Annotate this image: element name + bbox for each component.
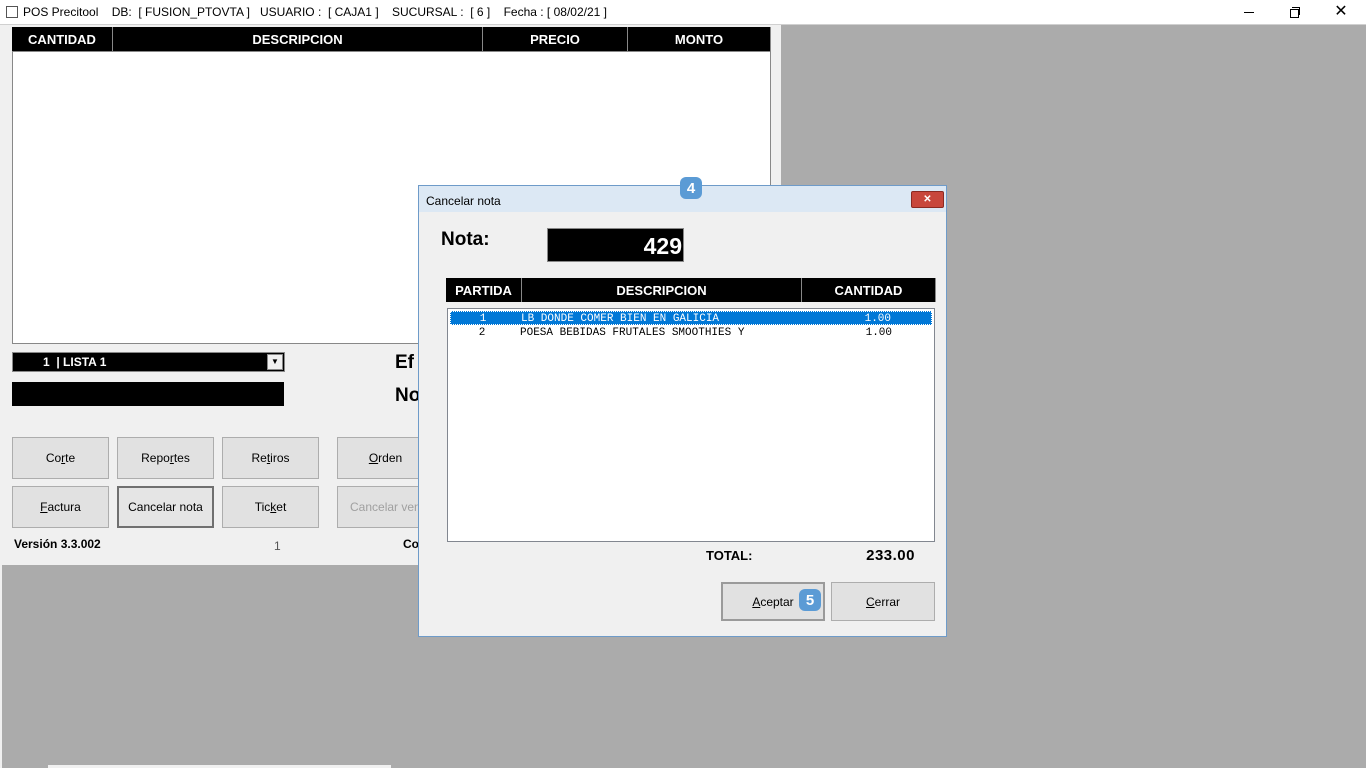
row-cantidad: 1.00 (864, 313, 891, 325)
efectivo-label: Ef (395, 352, 414, 373)
version-label: Versión 3.3.002 (14, 537, 101, 551)
step-badge-4: 4 (680, 177, 702, 199)
cancelar-nota-button[interactable]: Cancelar nota (117, 486, 214, 528)
corte-button[interactable]: Corte (12, 437, 109, 479)
dialog-close-button[interactable]: ✕ (911, 191, 944, 208)
column-header-cantidad-dialog[interactable]: CANTIDAD (802, 278, 936, 302)
column-header-cantidad[interactable]: CANTIDAD (12, 27, 113, 51)
close-icon: ✕ (1334, 3, 1348, 20)
price-list-select[interactable]: 1 | LISTA 1 ▼ (12, 352, 285, 372)
corte-label: Corte (45, 451, 76, 465)
orden-label: Orden (368, 451, 403, 465)
row-partida: 2 (478, 327, 486, 339)
dialog-title: Cancelar nota (426, 194, 501, 208)
window-titlebar: POS Precitool DB: [ FUSION_PTOVTA ] USUA… (0, 0, 1366, 25)
cancelar-venta-label: Cancelar vent (350, 500, 425, 514)
app-icon (6, 6, 18, 18)
factura-label: Factura (40, 500, 81, 514)
row-descripcion: POESA BEBIDAS FRUTALES SMOOTHIES Y (520, 327, 745, 339)
list-item[interactable]: 2 POESA BEBIDAS FRUTALES SMOOTHIES Y 1.0… (450, 326, 932, 340)
nota-label: Nota: (441, 229, 490, 250)
nota-number-field[interactable]: 429 (547, 228, 684, 262)
total-label: TOTAL: (706, 548, 753, 563)
column-header-precio[interactable]: PRECIO (483, 27, 628, 51)
reportes-label: Reportes (141, 451, 190, 465)
window-title: POS Precitool DB: [ FUSION_PTOVTA ] USUA… (23, 5, 607, 19)
minimize-icon (1244, 11, 1254, 13)
reportes-button[interactable]: Reportes (117, 437, 214, 479)
list-item[interactable]: 1 LB DONDE COMER BIEN EN GALICIA 1.00 (450, 311, 932, 325)
code-input[interactable] (12, 382, 284, 406)
aceptar-label: Aceptar (752, 594, 794, 609)
chevron-down-icon[interactable]: ▼ (267, 354, 283, 370)
step-badge-5: 5 (799, 589, 821, 611)
cerrar-label: Cerrar (865, 594, 900, 609)
factura-button[interactable]: Factura (12, 486, 109, 528)
retiros-button[interactable]: Retiros (222, 437, 319, 479)
total-value: 233.00 (866, 547, 915, 564)
column-header-monto[interactable]: MONTO (628, 27, 771, 51)
close-icon: ✕ (923, 194, 932, 205)
retiros-label: Retiros (251, 451, 290, 465)
footer-label-partial: Co (403, 537, 419, 551)
cancelar-nota-label: Cancelar nota (128, 500, 203, 514)
column-header-descripcion[interactable]: DESCRIPCION (113, 27, 483, 51)
page-number: 1 (274, 539, 281, 553)
ticket-button[interactable]: Ticket (222, 486, 319, 528)
restore-icon (1290, 7, 1300, 18)
nota-label-partial: No (395, 385, 421, 406)
row-descripcion: LB DONDE COMER BIEN EN GALICIA (521, 313, 720, 325)
nota-items-list[interactable]: 1 LB DONDE COMER BIEN EN GALICIA 1.00 2 … (447, 308, 935, 542)
price-list-value: 1 | LISTA 1 (43, 355, 107, 369)
cancelar-nota-dialog: Cancelar nota ✕ Nota: 429 PARTIDA DESCRI… (418, 185, 947, 637)
restore-button[interactable] (1272, 0, 1318, 24)
column-header-descripcion-dialog[interactable]: DESCRIPCION (522, 278, 802, 302)
row-cantidad: 1.00 (865, 327, 892, 339)
close-window-button[interactable]: ✕ (1318, 0, 1364, 24)
ticket-label: Ticket (254, 500, 287, 514)
minimize-button[interactable] (1226, 0, 1272, 24)
row-partida: 1 (479, 313, 487, 325)
cerrar-button[interactable]: Cerrar (831, 582, 935, 621)
column-header-partida[interactable]: PARTIDA (446, 278, 522, 302)
